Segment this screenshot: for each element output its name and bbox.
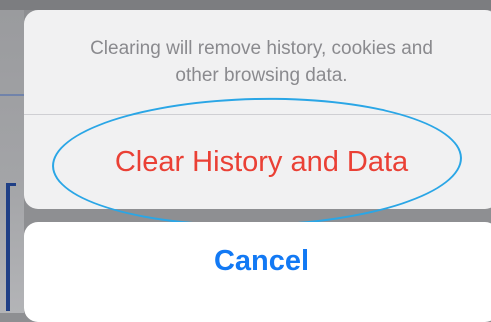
cancel-button[interactable]: Cancel <box>24 222 491 322</box>
action-sheet-message: Clearing will remove history, cookies an… <box>90 38 433 86</box>
background-page-line <box>0 94 24 96</box>
clear-history-and-data-button[interactable]: Clear History and Data <box>24 115 491 209</box>
background-top-strip <box>0 0 491 10</box>
background-page-mark <box>6 183 16 311</box>
action-sheet-group: Clearing will remove history, cookies an… <box>24 10 491 209</box>
